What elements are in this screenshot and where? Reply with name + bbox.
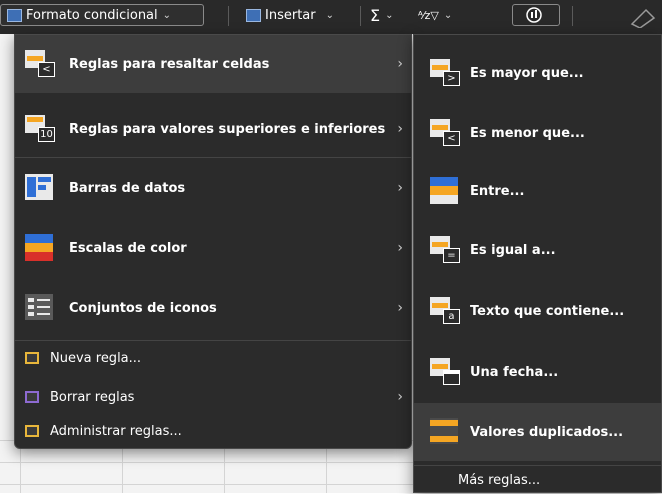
conditional-format-icon (7, 8, 22, 22)
menu-item-label: Reglas para resaltar celdas (69, 56, 270, 72)
sensitivity-icon[interactable] (628, 6, 658, 28)
less-than-icon: < (430, 119, 460, 147)
chevron-right-icon: › (397, 121, 403, 137)
menu-item-data-bars[interactable]: Barras de datos › (15, 160, 411, 216)
menu-item-icon-sets[interactable]: Conjuntos de iconos › (15, 280, 411, 336)
chevron-right-icon: › (397, 389, 403, 405)
date-occurring-icon (430, 358, 460, 386)
menu-item-manage-rules[interactable]: Administrar reglas... (15, 416, 411, 446)
ribbon-toolbar: Formato condicional ⌄ Insertar ⌄ Σ ⌄ ᴬ⁄ᴢ… (0, 0, 662, 34)
insert-button[interactable]: Insertar ⌄ (240, 4, 355, 26)
text-contains-icon: a (430, 297, 460, 325)
data-bars-icon (25, 174, 55, 202)
submenu-item-label: Más reglas... (458, 472, 541, 488)
chevron-down-icon: ⌄ (443, 9, 453, 21)
analyze-data-icon (526, 7, 542, 23)
chevron-down-icon: ⌄ (325, 9, 334, 21)
submenu-item-a-date[interactable]: Una fecha... (414, 344, 661, 400)
menu-item-color-scales[interactable]: Escalas de color › (15, 220, 411, 276)
sort-filter-icon: ᴬ⁄ᴢ▽ (418, 8, 439, 22)
submenu-item-greater-than[interactable]: > Es mayor que... (414, 45, 661, 101)
submenu-item-less-than[interactable]: < Es menor que... (414, 105, 661, 161)
insert-cells-icon (246, 8, 261, 22)
menu-item-label: Barras de datos (69, 180, 186, 196)
submenu-item-text-contains[interactable]: a Texto que contiene... (414, 283, 661, 339)
menu-divider (15, 157, 411, 158)
chevron-right-icon: › (397, 180, 403, 196)
highlight-cells-submenu: > Es mayor que... < Es menor que... Entr… (413, 34, 662, 493)
submenu-item-label: Entre... (470, 183, 525, 199)
conditional-format-menu: < Reglas para resaltar celdas › 10 Regla… (14, 34, 412, 449)
chevron-down-icon: ⌄ (385, 9, 394, 21)
menu-divider (15, 340, 411, 341)
submenu-item-equal-to[interactable]: = Es igual a... (414, 222, 661, 278)
clear-rules-icon (25, 391, 39, 403)
chevron-right-icon: › (397, 300, 403, 316)
between-icon (430, 177, 460, 205)
menu-item-highlight-cells-rules[interactable]: < Reglas para resaltar celdas › (15, 35, 411, 93)
menu-item-clear-rules[interactable]: Borrar reglas › (15, 382, 411, 412)
submenu-item-more-rules[interactable]: Más reglas... (414, 466, 661, 494)
submenu-item-label: Es menor que... (470, 125, 585, 141)
insert-label: Insertar (265, 7, 316, 23)
equal-to-icon: = (430, 236, 460, 264)
menu-item-label: Nueva regla... (50, 350, 142, 366)
conditional-format-label: Formato condicional (26, 7, 158, 23)
submenu-item-between[interactable]: Entre... (414, 163, 661, 219)
menu-item-label: Reglas para valores superiores e inferio… (69, 121, 386, 137)
submenu-item-label: Una fecha... (470, 364, 559, 380)
submenu-item-duplicate-values[interactable]: Valores duplicados... (414, 403, 661, 461)
color-scales-icon (25, 234, 55, 262)
manage-rules-icon (25, 425, 39, 437)
menu-item-label: Conjuntos de iconos (69, 300, 217, 316)
ribbon-separator (572, 6, 573, 26)
menu-item-label: Escalas de color (69, 240, 187, 256)
menu-item-label: Administrar reglas... (50, 423, 182, 439)
top-bottom-icon: 10 (25, 115, 55, 143)
ribbon-separator (360, 6, 361, 26)
sort-filter-button[interactable]: ᴬ⁄ᴢ▽ ⌄ (412, 4, 470, 26)
autosum-button[interactable]: Σ ⌄ (364, 4, 406, 26)
icon-sets-icon (25, 294, 55, 322)
submenu-item-label: Valores duplicados... (470, 424, 624, 440)
chevron-right-icon: › (397, 240, 403, 256)
greater-than-icon: > (430, 59, 460, 87)
duplicate-values-icon (430, 418, 460, 446)
analyze-data-button[interactable] (512, 4, 560, 26)
chevron-right-icon: › (397, 56, 403, 72)
ribbon-separator (228, 6, 229, 26)
submenu-item-label: Texto que contiene... (470, 303, 625, 319)
chevron-down-icon: ⌄ (162, 9, 172, 21)
sigma-icon: Σ (370, 5, 381, 25)
new-rule-icon (25, 352, 39, 364)
menu-item-new-rule[interactable]: Nueva regla... (15, 343, 411, 373)
submenu-item-label: Es igual a... (470, 242, 556, 258)
conditional-format-button[interactable]: Formato condicional ⌄ (0, 4, 204, 26)
menu-item-top-bottom-rules[interactable]: 10 Reglas para valores superiores e infe… (15, 100, 411, 158)
submenu-item-label: Es mayor que... (470, 65, 584, 81)
highlight-cells-icon: < (25, 50, 55, 78)
menu-item-label: Borrar reglas (50, 389, 135, 405)
